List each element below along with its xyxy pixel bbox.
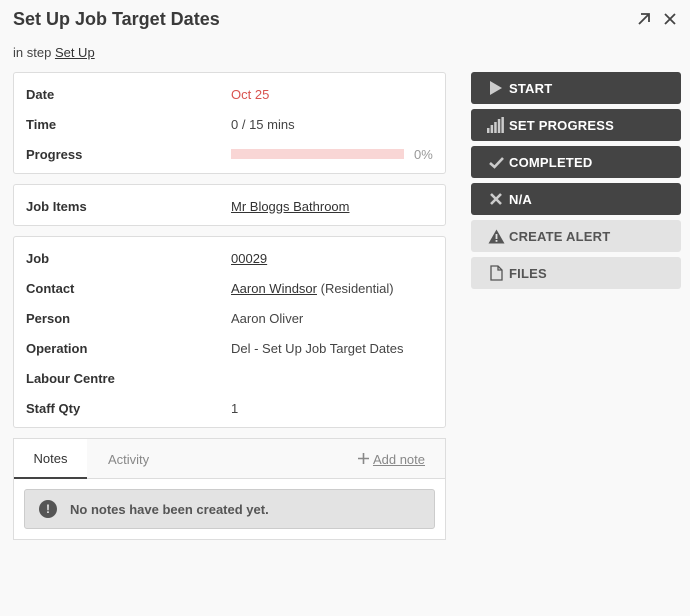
labour-row: Labour Centre — [26, 368, 433, 388]
step-info: in step Set Up — [13, 45, 95, 60]
job-label: Job — [26, 250, 50, 266]
warning-icon — [487, 227, 505, 245]
labour-label: Labour Centre — [26, 370, 115, 386]
completed-label: COMPLETED — [509, 154, 593, 170]
set-progress-button[interactable]: SET PROGRESS — [471, 109, 681, 141]
close-icon[interactable] — [662, 10, 678, 28]
contact-type: (Residential) — [320, 280, 394, 296]
job-row: Job 00029 — [26, 248, 433, 268]
tab-notes[interactable]: Notes — [14, 439, 87, 479]
na-button[interactable]: N/A — [471, 183, 681, 215]
create-alert-button[interactable]: CREATE ALERT — [471, 220, 681, 252]
time-label: Time — [26, 116, 57, 132]
start-label: START — [509, 80, 553, 96]
operation-value: Del - Set Up Job Target Dates — [231, 340, 404, 356]
play-icon — [487, 79, 505, 97]
create-alert-label: CREATE ALERT — [509, 228, 611, 244]
date-label: Date — [26, 86, 55, 102]
contact-label: Contact — [26, 280, 75, 296]
person-label: Person — [26, 310, 71, 326]
progress-percent: 0% — [414, 146, 433, 162]
person-row: Person Aaron Oliver — [26, 308, 433, 328]
empty-notes-message: ! No notes have been created yet. — [24, 489, 435, 529]
job-items-row: Job Items Mr Bloggs Bathroom — [26, 196, 433, 216]
time-row: Time 0 / 15 mins — [26, 114, 433, 134]
empty-notes-text: No notes have been created yet. — [70, 501, 269, 517]
person-value: Aaron Oliver — [231, 310, 304, 326]
exclamation-icon: ! — [39, 500, 57, 518]
files-button[interactable]: FILES — [471, 257, 681, 289]
step-prefix: in step — [13, 45, 52, 60]
files-label: FILES — [509, 265, 547, 281]
staff-label: Staff Qty — [26, 400, 81, 416]
contact-link[interactable]: Aaron Windsor — [231, 281, 317, 296]
check-icon — [487, 153, 505, 171]
progress-bar — [231, 149, 404, 159]
notes-panel: Notes Activity Add note ! No notes have … — [13, 438, 446, 540]
cross-icon — [487, 190, 505, 208]
operation-row: Operation Del - Set Up Job Target Dates — [26, 338, 433, 358]
add-note-label: Add note — [372, 451, 425, 467]
set-progress-label: SET PROGRESS — [509, 117, 614, 133]
job-items-card: Job Items Mr Bloggs Bathroom — [13, 184, 446, 226]
tab-activity[interactable]: Activity — [108, 439, 149, 479]
step-link[interactable]: Set Up — [55, 45, 95, 60]
plus-icon — [357, 452, 369, 467]
time-value: 0 / 15 mins — [231, 116, 295, 132]
schedule-card: Date Oct 25 Time 0 / 15 mins Progress 0% — [13, 72, 446, 174]
progress: 0% — [231, 147, 433, 162]
operation-label: Operation — [26, 340, 88, 356]
staff-value: 1 — [231, 400, 239, 416]
progress-label: Progress — [26, 146, 83, 162]
date-value: Oct 25 — [231, 86, 270, 102]
open-external-icon[interactable] — [636, 10, 652, 28]
staff-row: Staff Qty 1 — [26, 398, 433, 418]
job-link[interactable]: 00029 — [231, 251, 267, 266]
add-note-button[interactable]: Add note — [357, 439, 425, 479]
header-actions — [636, 10, 678, 28]
start-button[interactable]: START — [471, 72, 681, 104]
contact-row: Contact Aaron Windsor (Residential) — [26, 278, 433, 298]
tab-bar: Notes Activity Add note — [14, 439, 445, 479]
progress-row: Progress 0% — [26, 144, 433, 164]
signal-bars-icon — [487, 116, 505, 134]
date-row: Date Oct 25 — [26, 84, 433, 104]
details-card: Job 00029 Contact Aaron Windsor (Residen… — [13, 236, 446, 428]
completed-button[interactable]: COMPLETED — [471, 146, 681, 178]
job-items-link[interactable]: Mr Bloggs Bathroom — [231, 199, 350, 214]
na-label: N/A — [509, 191, 532, 207]
file-icon — [487, 264, 505, 282]
page-title: Set Up Job Target Dates — [13, 9, 220, 29]
job-items-label: Job Items — [26, 198, 87, 214]
